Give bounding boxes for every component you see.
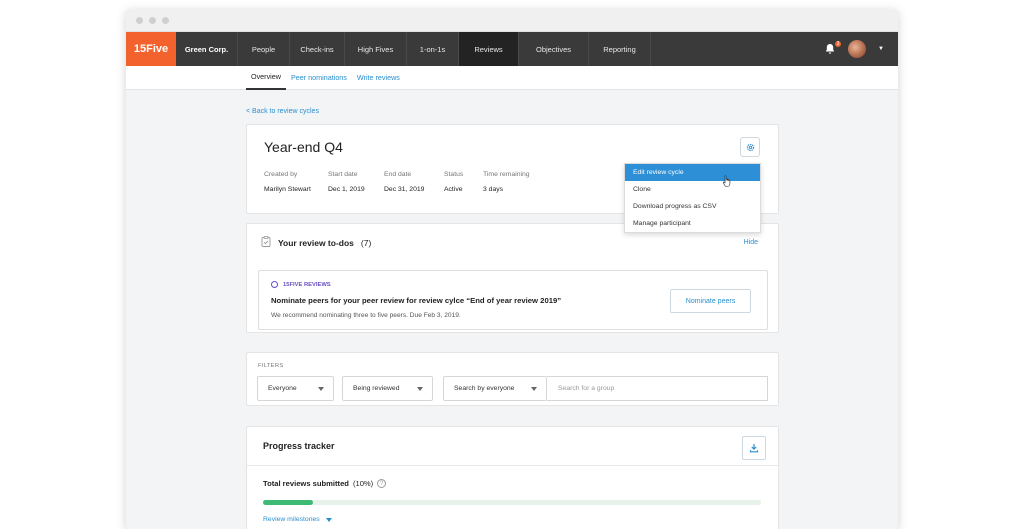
help-icon[interactable]: ? bbox=[377, 479, 387, 488]
hide-todos-link[interactable]: Hide bbox=[744, 239, 758, 246]
review-milestones-toggle[interactable]: Review milestones bbox=[263, 516, 332, 523]
todo-tag: 15FIVE REVIEWS bbox=[271, 281, 331, 288]
time-remaining-value: 3 days bbox=[483, 186, 504, 193]
todos-header: Your review to-dos (7) bbox=[261, 236, 371, 249]
nav-item-high-fives[interactable]: High Fives bbox=[345, 32, 407, 66]
top-navigation: 15Five Green Corp. People Check-ins High F… bbox=[126, 32, 898, 66]
everyone-select-value: Everyone bbox=[268, 385, 297, 392]
chevron-down-icon bbox=[531, 387, 537, 391]
chevron-down-icon bbox=[325, 517, 332, 522]
user-avatar[interactable] bbox=[848, 40, 867, 58]
clipboard-icon bbox=[261, 236, 271, 249]
todo-subtitle: We recommend nominating three to five pe… bbox=[271, 312, 461, 319]
created-by-value: Marilyn Stewart bbox=[264, 186, 311, 193]
download-icon bbox=[749, 444, 759, 453]
nav-item-1-on-1s[interactable]: 1-on-1s bbox=[407, 32, 459, 66]
progress-tracker-card: Progress tracker Total reviews submitted… bbox=[246, 426, 779, 529]
todos-title: Your review to-dos bbox=[278, 237, 354, 248]
nominate-peers-button[interactable]: Nominate peers bbox=[670, 289, 751, 313]
download-button[interactable] bbox=[742, 436, 766, 460]
window-chrome bbox=[126, 9, 898, 32]
created-by: Created by Marilyn Stewart bbox=[264, 171, 311, 193]
menu-item-manage-participant[interactable]: Manage participant bbox=[625, 215, 760, 232]
created-by-label: Created by bbox=[264, 171, 298, 178]
app-logo[interactable]: 15Five bbox=[126, 32, 176, 66]
nav-item-check-ins[interactable]: Check-ins bbox=[290, 32, 345, 66]
settings-button[interactable] bbox=[740, 137, 760, 157]
progress-bar-fill bbox=[263, 500, 313, 505]
status: Status Active bbox=[444, 171, 463, 193]
status-value: Active bbox=[444, 186, 463, 193]
search-group-input[interactable]: Search for a group bbox=[547, 376, 768, 401]
reviews-circle-icon bbox=[271, 281, 278, 288]
gear-icon bbox=[746, 143, 754, 151]
search-by-select[interactable]: Search by everyone bbox=[443, 376, 547, 401]
end-date: End date Dec 31, 2019 bbox=[384, 171, 424, 193]
page-title: Year-end Q4 bbox=[264, 139, 343, 155]
nav-item-people[interactable]: People bbox=[238, 32, 290, 66]
todo-tag-label: 15FIVE REVIEWS bbox=[283, 281, 331, 288]
sub-navigation: Overview Peer nominations Write reviews bbox=[126, 66, 898, 90]
search-by-select-value: Search by everyone bbox=[454, 385, 515, 392]
back-to-review-cycles-link[interactable]: < Back to review cycles bbox=[246, 108, 319, 115]
being-reviewed-select[interactable]: Being reviewed bbox=[342, 376, 433, 401]
progress-title: Progress tracker bbox=[263, 441, 335, 451]
nav-right: 3 ▼ bbox=[824, 32, 898, 66]
start-date-value: Dec 1, 2019 bbox=[328, 186, 365, 193]
filters-card: FILTERS Everyone Being reviewed Search b… bbox=[246, 352, 779, 406]
nav-items: People Check-ins High Fives 1-on-1s Reviews O… bbox=[238, 32, 651, 66]
total-reviews-label: Total reviews submitted bbox=[263, 479, 349, 488]
total-reviews: Total reviews submitted (10%) ? bbox=[263, 479, 387, 488]
everyone-select[interactable]: Everyone bbox=[257, 376, 334, 401]
todo-item: 15FIVE REVIEWS Nominate peers for your p… bbox=[258, 270, 768, 330]
being-reviewed-select-value: Being reviewed bbox=[353, 385, 400, 392]
start-date: Start date Dec 1, 2019 bbox=[328, 171, 365, 193]
window-dot bbox=[136, 16, 143, 24]
progress-bar bbox=[263, 500, 761, 505]
notifications-button[interactable]: 3 bbox=[824, 40, 843, 55]
divider bbox=[247, 465, 778, 466]
menu-item-download-csv[interactable]: Download progress as CSV bbox=[625, 198, 760, 215]
todos-count: (7) bbox=[360, 237, 372, 248]
start-date-label: Start date bbox=[328, 171, 358, 178]
user-menu-caret-icon[interactable]: ▼ bbox=[878, 46, 884, 52]
tab-overview[interactable]: Overview bbox=[246, 66, 286, 90]
nav-item-reporting[interactable]: Reporting bbox=[589, 32, 651, 66]
window-dot bbox=[162, 16, 169, 24]
chevron-down-icon bbox=[318, 387, 324, 391]
chevron-down-icon bbox=[417, 387, 423, 391]
review-todos-card: Your review to-dos (7) Hide 15FIVE REVIE… bbox=[246, 223, 779, 333]
company-name[interactable]: Green Corp. bbox=[176, 32, 238, 66]
total-reviews-percent: (10%) bbox=[352, 479, 374, 488]
menu-item-edit-review-cycle[interactable]: Edit review cycle bbox=[625, 164, 760, 181]
notification-badge: 3 bbox=[834, 40, 843, 48]
todo-title: Nominate peers for your peer review for … bbox=[271, 296, 562, 305]
menu-item-clone[interactable]: Clone bbox=[625, 181, 760, 198]
settings-dropdown-menu: Edit review cycle Clone Download progres… bbox=[624, 163, 761, 233]
time-remaining: Time remaining 3 days bbox=[483, 171, 530, 193]
nav-item-reviews[interactable]: Reviews bbox=[459, 32, 519, 66]
hand-cursor-icon bbox=[722, 175, 731, 187]
end-date-label: End date bbox=[384, 171, 412, 178]
browser-window: 15Five Green Corp. People Check-ins High F… bbox=[126, 9, 898, 529]
review-milestones-label: Review milestones bbox=[263, 516, 320, 523]
tab-peer-nominations[interactable]: Peer nominations bbox=[286, 66, 352, 90]
tab-write-reviews[interactable]: Write reviews bbox=[352, 66, 405, 90]
window-dot bbox=[149, 16, 156, 24]
filters-label: FILTERS bbox=[258, 363, 284, 369]
end-date-value: Dec 31, 2019 bbox=[384, 186, 425, 193]
status-label: Status bbox=[444, 171, 464, 178]
time-remaining-label: Time remaining bbox=[483, 171, 530, 178]
nav-item-objectives[interactable]: Objectives bbox=[519, 32, 589, 66]
